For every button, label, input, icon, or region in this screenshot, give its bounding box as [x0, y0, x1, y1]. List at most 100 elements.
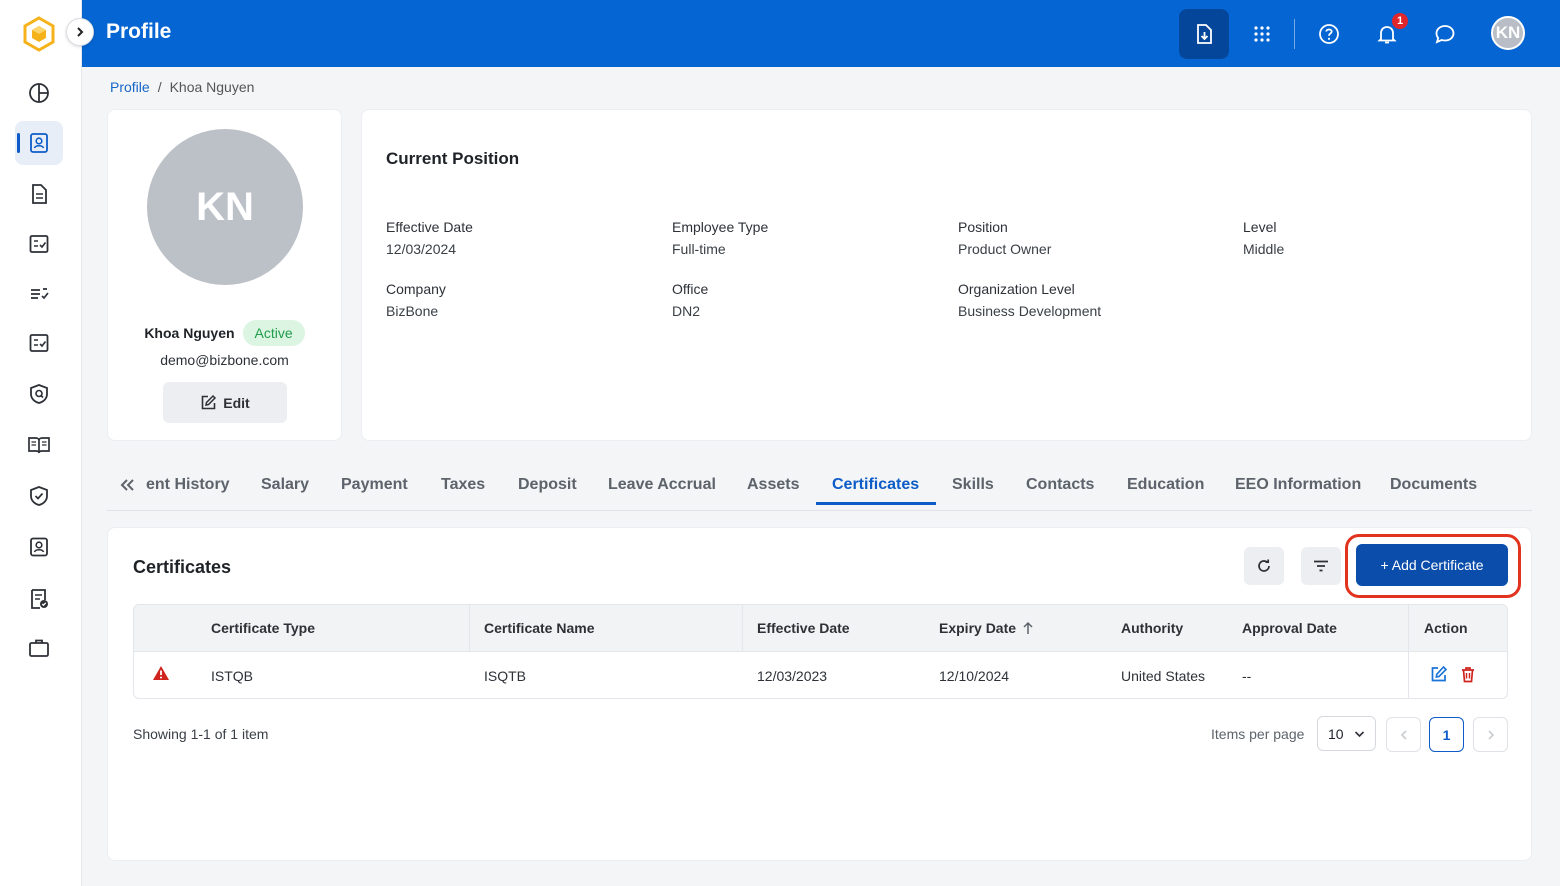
tab-certificates[interactable]: Certificates — [832, 476, 919, 494]
breadcrumb-separator: / — [157, 79, 162, 95]
add-certificate-button[interactable]: + Add Certificate — [1356, 544, 1508, 586]
question-circle-icon — [1318, 23, 1340, 45]
column-approval-date[interactable]: Approval Date — [1242, 620, 1337, 636]
next-page-button[interactable] — [1473, 717, 1508, 752]
list-check-icon — [28, 283, 50, 305]
nav-checklist[interactable] — [15, 222, 63, 266]
nav-tasks[interactable] — [15, 272, 63, 316]
table-header: Certificate Type Certificate Name Effect… — [134, 605, 1507, 652]
field-value: DN2 — [672, 303, 701, 319]
nav-employees[interactable] — [15, 525, 63, 569]
previous-page-button[interactable] — [1386, 717, 1421, 752]
status-badge: Active — [242, 320, 305, 346]
field-value: BizBone — [386, 303, 439, 319]
breadcrumb-current: Khoa Nguyen — [169, 79, 255, 95]
refresh-icon — [1256, 558, 1272, 574]
nav-reviews[interactable] — [15, 577, 63, 621]
notifications-button[interactable]: 1 — [1362, 9, 1412, 59]
nav-jobs[interactable] — [15, 626, 63, 670]
cell-approval-date: -- — [1242, 668, 1252, 684]
refresh-button[interactable] — [1244, 547, 1284, 585]
open-book-icon — [27, 434, 51, 456]
nav-security[interactable] — [15, 372, 63, 416]
field-label: Office — [672, 281, 709, 297]
items-per-page-select[interactable]: 10 — [1317, 716, 1376, 751]
tab-salary[interactable]: Salary — [261, 476, 309, 494]
field-label: Level — [1243, 219, 1277, 235]
column-expiry-date[interactable]: Expiry Date — [939, 620, 1034, 636]
nav-compliance[interactable] — [15, 474, 63, 518]
tabs-scroll-left-button[interactable] — [119, 475, 135, 495]
edit-profile-button[interactable]: Edit — [163, 382, 287, 423]
grid-dots-icon — [1252, 24, 1272, 44]
notification-badge: 1 — [1391, 12, 1409, 30]
column-effective-date[interactable]: Effective Date — [757, 620, 850, 636]
column-action: Action — [1424, 620, 1468, 636]
field-company: Company BizBone — [386, 281, 446, 319]
apps-button[interactable] — [1237, 9, 1287, 59]
edit-row-button[interactable] — [1430, 665, 1448, 683]
nav-dashboard[interactable] — [15, 71, 63, 115]
chevron-left-icon — [1400, 729, 1408, 741]
nav-approvals[interactable] — [15, 321, 63, 365]
left-navigation-rail — [0, 0, 82, 886]
profile-email: demo@bizbone.com — [160, 352, 289, 368]
column-certificate-type[interactable]: Certificate Type — [211, 620, 315, 636]
field-label: Position — [958, 219, 1008, 235]
nav-documents[interactable] — [15, 172, 63, 216]
column-certificate-name[interactable]: Certificate Name — [484, 620, 595, 636]
nav-profile[interactable] — [15, 121, 63, 165]
tab-eeo-information[interactable]: EEO Information — [1235, 476, 1361, 494]
filter-icon — [1312, 558, 1330, 574]
expand-sidebar-button[interactable] — [66, 18, 94, 46]
shield-search-icon — [28, 383, 50, 405]
tab-contacts[interactable]: Contacts — [1026, 476, 1094, 494]
tab-education[interactable]: Education — [1127, 476, 1204, 494]
file-download-icon — [1193, 23, 1215, 45]
chevron-down-icon — [1354, 730, 1365, 738]
profile-card: KN Khoa Nguyen Active demo@bizbone.com E… — [107, 109, 342, 441]
top-bar: Profile 1 KN — [82, 0, 1560, 67]
trash-icon — [1460, 666, 1476, 683]
tab-assets[interactable]: Assets — [747, 476, 799, 494]
cell-certificate-name: ISQTB — [484, 668, 527, 684]
double-chevron-left-icon — [119, 475, 135, 495]
field-label: Company — [386, 281, 446, 297]
tab-skills[interactable]: Skills — [952, 476, 994, 494]
nav-handbook[interactable] — [15, 423, 63, 467]
filter-button[interactable] — [1301, 547, 1341, 585]
field-position: Position Product Owner — [958, 219, 1051, 257]
download-button[interactable] — [1179, 9, 1229, 59]
profile-tabs: ent History Salary Payment Taxes Deposit… — [107, 465, 1532, 511]
field-level: Level Middle — [1243, 219, 1284, 257]
bizbone-logo-icon[interactable] — [22, 16, 56, 52]
help-button[interactable] — [1304, 9, 1354, 59]
delete-row-button[interactable] — [1460, 666, 1476, 683]
field-value: Full-time — [672, 241, 726, 257]
breadcrumb-profile-link[interactable]: Profile — [110, 79, 150, 95]
cell-expiry-date: 12/10/2024 — [939, 668, 1010, 684]
active-tab-indicator — [816, 502, 936, 505]
field-value: Business Development — [958, 303, 1102, 319]
breadcrumb: Profile / Khoa Nguyen — [110, 79, 254, 95]
user-avatar[interactable]: KN — [1491, 16, 1525, 50]
chat-button[interactable] — [1420, 9, 1470, 59]
contact-card-icon — [28, 132, 50, 154]
user-square-icon — [28, 536, 50, 558]
tab-taxes[interactable]: Taxes — [441, 476, 485, 494]
field-label: Effective Date — [386, 219, 473, 235]
page-1-button[interactable]: 1 — [1429, 717, 1464, 752]
tab-employment-history[interactable]: ent History — [146, 476, 230, 494]
tab-deposit[interactable]: Deposit — [518, 476, 577, 494]
edit-icon — [1430, 665, 1448, 683]
tab-leave-accrual[interactable]: Leave Accrual — [608, 476, 716, 494]
column-separator — [742, 605, 743, 652]
document-icon — [28, 183, 50, 205]
field-label: Organization Level — [958, 281, 1075, 297]
profile-avatar: KN — [147, 129, 303, 285]
chat-bubble-icon — [1434, 23, 1456, 45]
tab-payment[interactable]: Payment — [341, 476, 408, 494]
tab-documents[interactable]: Documents — [1390, 476, 1477, 494]
column-authority[interactable]: Authority — [1121, 620, 1183, 636]
page-title: Profile — [106, 20, 172, 43]
